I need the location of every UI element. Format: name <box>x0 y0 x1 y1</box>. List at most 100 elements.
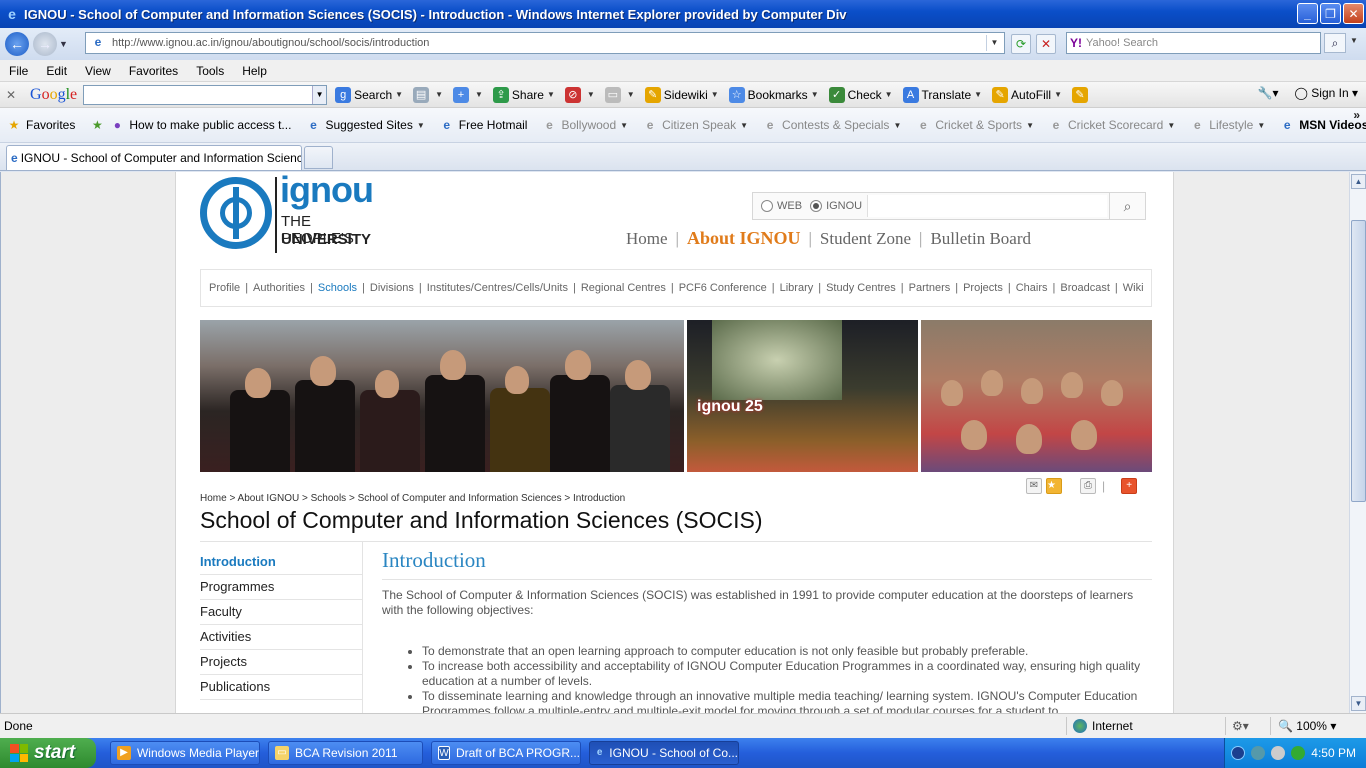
fav-item-free-hotmail[interactable]: e Free Hotmail <box>439 117 527 133</box>
forward-button[interactable]: → <box>33 32 57 56</box>
check-button[interactable]: ✓ Check ▼ <box>828 86 893 103</box>
fav-item-suggested-sites[interactable]: e Suggested Sites ▼ <box>305 117 425 133</box>
fav-item-citizen-speak[interactable]: e Citizen Speak ▼ <box>642 117 748 133</box>
fav-item-lifestyle[interactable]: e Lifestyle ▼ <box>1189 117 1265 133</box>
scroll-up-icon[interactable]: ▲ <box>1351 174 1366 189</box>
subnav-regional-centres[interactable]: Regional Centres <box>581 282 666 294</box>
search-button[interactable]: ⌕ <box>1324 33 1346 53</box>
radio-web[interactable] <box>761 200 773 212</box>
autofill-button[interactable]: ✎ AutoFill ▼ <box>992 86 1062 103</box>
email-icon[interactable]: ✉ <box>1026 478 1042 494</box>
address-dropdown-icon[interactable]: ▼ <box>986 35 1002 51</box>
vertical-scrollbar[interactable]: ▲ ▼ <box>1349 172 1366 713</box>
security-zone[interactable]: Internet <box>1073 719 1133 733</box>
nav-student-zone[interactable]: Student Zone <box>820 229 911 249</box>
pages-button[interactable]: ▤ ▼ <box>413 86 443 103</box>
yahoo-search-field[interactable]: Y! Yahoo! Search <box>1066 32 1321 54</box>
menu-edit[interactable]: Edit <box>37 64 76 78</box>
minimize-button[interactable]: _ <box>1297 3 1318 24</box>
close-toolbar-icon[interactable]: ✕ <box>6 88 24 102</box>
subnav-chairs[interactable]: Chairs <box>1016 282 1048 294</box>
maximize-button[interactable]: ❐ <box>1320 3 1341 24</box>
bookmarks-button[interactable]: ☆ Bookmarks ▼ <box>728 86 819 103</box>
security-shield-icon[interactable] <box>1291 746 1305 760</box>
protected-mode-icon[interactable]: ⚙▾ <box>1232 719 1249 733</box>
subnav-schools[interactable]: Schools <box>318 282 357 294</box>
menu-file[interactable]: File <box>0 64 37 78</box>
google-search-button[interactable]: g Search ▼ <box>335 86 403 103</box>
menu-help[interactable]: Help <box>233 64 276 78</box>
wrench-icon[interactable]: 🔧▾ <box>1258 86 1279 100</box>
pencil-button[interactable]: ✎ <box>1071 86 1091 103</box>
subnav-projects[interactable]: Projects <box>963 282 1003 294</box>
tray-arrow-icon[interactable] <box>1231 746 1245 760</box>
leftnav-activities[interactable]: Activities <box>200 625 362 650</box>
task-windows-media-player[interactable]: ▶ Windows Media Player <box>110 741 260 765</box>
share-plus-icon[interactable]: + <box>1121 478 1138 494</box>
fav-item-cricket-scorecard[interactable]: e Cricket Scorecard ▼ <box>1048 117 1176 133</box>
popup-blocker-button[interactable]: ⊘ ▼ <box>564 86 595 103</box>
google-search-dropdown-icon[interactable]: ▼ <box>312 85 327 104</box>
nav-bulletin-board[interactable]: Bulletin Board <box>930 229 1031 249</box>
fav-item-bollywood[interactable]: e Bollywood ▼ <box>541 117 628 133</box>
menu-tools[interactable]: Tools <box>187 64 233 78</box>
radio-ignou[interactable] <box>810 200 823 212</box>
favorites-button[interactable]: ★ Favorites <box>6 117 76 133</box>
leftnav-projects[interactable]: Projects <box>200 650 362 675</box>
network-icon[interactable] <box>1251 746 1265 760</box>
leftnav-faculty[interactable]: Faculty <box>200 600 362 625</box>
subnav-pcf6[interactable]: PCF6 Conference <box>679 282 767 294</box>
nav-home[interactable]: Home <box>626 229 668 249</box>
sidewiki-button[interactable]: ✎ Sidewiki ▼ <box>644 86 719 103</box>
nav-about-ignou[interactable]: About IGNOU <box>687 228 801 249</box>
highlight-button[interactable]: ▭ ▼ <box>604 86 635 103</box>
breadcrumb[interactable]: Home > About IGNOU > Schools > School of… <box>200 493 625 504</box>
more-favorites-chevron-icon[interactable]: » <box>1353 108 1360 122</box>
address-field[interactable]: e http://www.ignou.ac.in/ignou/aboutigno… <box>85 32 1005 54</box>
sign-in-button[interactable]: ◯ Sign In ▾ <box>1295 86 1358 100</box>
zoom-control[interactable]: 🔍 100% ▾ <box>1278 719 1336 733</box>
bookmark-star-icon[interactable]: ★ <box>1046 478 1062 494</box>
task-word-draft[interactable]: W Draft of BCA PROGR... <box>431 741 581 765</box>
ignou-logo[interactable]: ignou THE PEOPLE'S UNIVERSITY <box>200 172 376 253</box>
tab-ignou[interactable]: e IGNOU - School of Computer and Informa… <box>6 145 302 170</box>
scroll-thumb[interactable] <box>1351 220 1366 502</box>
volume-icon[interactable] <box>1271 746 1285 760</box>
print-icon[interactable]: ⎙ <box>1080 478 1096 494</box>
fav-item-contests[interactable]: e Contests & Specials ▼ <box>762 117 902 133</box>
task-bca-revision[interactable]: ▭ BCA Revision 2011 <box>268 741 423 765</box>
google-search-input[interactable]: ▼ <box>83 84 328 105</box>
clock[interactable]: 4:50 PM <box>1311 746 1356 760</box>
back-button[interactable]: ← <box>5 32 29 56</box>
task-ie-ignou[interactable]: e IGNOU - School of Co... <box>589 741 739 765</box>
subnav-study-centres[interactable]: Study Centres <box>826 282 896 294</box>
search-icon[interactable]: ⌕ <box>1109 193 1145 219</box>
menu-favorites[interactable]: Favorites <box>120 64 187 78</box>
subnav-authorities[interactable]: Authorities <box>253 282 305 294</box>
search-options-dropdown[interactable]: ▼ <box>1350 36 1358 45</box>
subnav-partners[interactable]: Partners <box>909 282 951 294</box>
subnav-wiki[interactable]: Wiki <box>1123 282 1144 294</box>
translate-button[interactable]: A Translate ▼ <box>902 86 982 103</box>
new-tab-button[interactable] <box>304 146 333 169</box>
subnav-broadcast[interactable]: Broadcast <box>1060 282 1110 294</box>
leftnav-publications[interactable]: Publications <box>200 675 362 700</box>
scroll-down-icon[interactable]: ▼ <box>1351 696 1366 711</box>
leftnav-programmes[interactable]: Programmes <box>200 575 362 600</box>
subnav-divisions[interactable]: Divisions <box>370 282 414 294</box>
leftnav-introduction[interactable]: Introduction <box>200 550 362 575</box>
start-button[interactable]: start <box>0 738 96 768</box>
stop-button[interactable]: ✕ <box>1036 34 1056 54</box>
share-button[interactable]: ⇪ Share ▼ <box>492 86 555 103</box>
fav-item-cricket-sports[interactable]: e Cricket & Sports ▼ <box>915 117 1034 133</box>
subnav-profile[interactable]: Profile <box>209 282 240 294</box>
fav-item-howto[interactable]: ★ ● How to make public access t... <box>89 117 291 133</box>
close-button[interactable]: ✕ <box>1343 3 1364 24</box>
site-search-input[interactable] <box>867 195 1107 217</box>
subnav-institutes[interactable]: Institutes/Centres/Cells/Units <box>427 282 568 294</box>
refresh-button[interactable]: ⟳ <box>1011 34 1031 54</box>
plus-button[interactable]: + ▼ <box>453 86 483 103</box>
subnav-library[interactable]: Library <box>780 282 814 294</box>
recent-pages-dropdown[interactable]: ▼ <box>59 39 73 49</box>
menu-view[interactable]: View <box>76 64 120 78</box>
